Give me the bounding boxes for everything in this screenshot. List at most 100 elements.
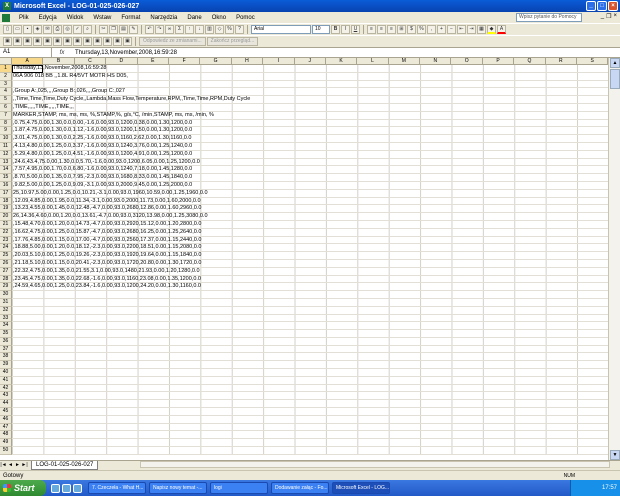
open-icon[interactable]: ▭ xyxy=(13,25,22,34)
undo-icon[interactable]: ↶ xyxy=(145,25,154,34)
bold-icon[interactable]: B xyxy=(331,25,340,34)
column-header[interactable]: N xyxy=(420,58,452,65)
review-icon-3[interactable]: ▣ xyxy=(23,37,32,46)
row-cells[interactable] xyxy=(12,423,608,432)
row-header[interactable]: 42 xyxy=(0,384,12,393)
quick-launch-icon-2[interactable] xyxy=(62,483,71,493)
column-header[interactable]: Q xyxy=(514,58,546,65)
row-header[interactable]: 25 xyxy=(0,252,12,260)
row-cells[interactable] xyxy=(12,80,608,89)
column-header[interactable]: F xyxy=(168,58,201,65)
row-header[interactable]: 8 xyxy=(0,119,12,128)
drawing-icon[interactable]: ◇ xyxy=(215,25,224,34)
row-header[interactable]: 24 xyxy=(0,244,12,253)
row-cells[interactable] xyxy=(12,376,608,385)
align-left-icon[interactable]: ≡ xyxy=(367,25,376,34)
row-header[interactable]: 9 xyxy=(0,127,12,136)
italic-icon[interactable]: I xyxy=(341,25,350,34)
row-cells[interactable]: ,21.18,5.10,0.00,1.15,0.0,20.41,-2.3,0.0… xyxy=(12,259,608,268)
review-icon-7[interactable]: ▣ xyxy=(63,37,72,46)
row-header[interactable]: 17 xyxy=(0,189,12,198)
permission-icon[interactable]: ◈ xyxy=(33,25,42,34)
increase-decimal-icon[interactable]: + xyxy=(437,25,446,34)
row-cells[interactable]: ,7.57,4.95,0.00,1.70,0.0,6.80,-1.6,0.00,… xyxy=(12,166,608,175)
column-header[interactable]: L xyxy=(357,58,389,65)
column-header[interactable]: R xyxy=(545,58,578,65)
maximize-icon[interactable]: □ xyxy=(597,1,607,11)
row-cells[interactable] xyxy=(12,345,608,354)
row-header[interactable]: 2 xyxy=(0,72,12,81)
row-cells[interactable] xyxy=(12,330,608,338)
column-header[interactable]: D xyxy=(106,58,138,65)
clock[interactable]: 17:57 xyxy=(602,485,617,491)
close-icon[interactable]: × xyxy=(608,1,618,11)
row-cells[interactable] xyxy=(12,408,608,416)
sheet-tab-active[interactable]: LOG-01-025-026-027 xyxy=(31,460,99,470)
decrease-indent-icon[interactable]: ⇤ xyxy=(457,25,466,34)
row-cells[interactable]: ,13.23,4.55,0.00,1.45,0.0,12.48,-4.7,0.0… xyxy=(12,205,608,214)
row-header[interactable]: 26 xyxy=(0,259,12,268)
minimize-icon[interactable]: _ xyxy=(586,1,596,11)
row-cells[interactable]: ,16.62,4.75,0.00,1.25,0.0,15.87,-4.7,0.0… xyxy=(12,228,608,237)
row-cells[interactable] xyxy=(12,447,608,455)
doc-close-icon[interactable]: × xyxy=(613,13,617,20)
row-header[interactable]: 19 xyxy=(0,205,12,214)
column-header[interactable]: K xyxy=(325,58,358,65)
row-header[interactable]: 6 xyxy=(0,103,12,112)
print-preview-icon[interactable]: ◎ xyxy=(63,25,72,34)
row-header[interactable]: 20 xyxy=(0,213,12,221)
autosum-icon[interactable]: Σ xyxy=(175,25,184,34)
row-header[interactable]: 29 xyxy=(0,283,12,292)
spelling-icon[interactable]: ✓ xyxy=(73,25,82,34)
row-header[interactable]: 34 xyxy=(0,322,12,331)
menu-edit[interactable]: Edycja xyxy=(34,15,62,21)
row-cells[interactable]: ,,Time,Time,Time,Duty Cycle,,Lambda,Mass… xyxy=(12,96,608,104)
chart-wizard-icon[interactable]: ▥ xyxy=(205,25,214,34)
vertical-scrollbar[interactable]: ▲ ▼ xyxy=(608,58,620,460)
row-header[interactable]: 41 xyxy=(0,376,12,385)
align-center-icon[interactable]: ≡ xyxy=(377,25,386,34)
redo-icon[interactable]: ↷ xyxy=(155,25,164,34)
row-header[interactable]: 22 xyxy=(0,228,12,237)
sort-asc-icon[interactable]: ↑ xyxy=(185,25,194,34)
sort-desc-icon[interactable]: ↓ xyxy=(195,25,204,34)
row-header[interactable]: 11 xyxy=(0,142,12,151)
row-cells[interactable]: ,23.45,4.75,0.00,1.35,0.0,22.68,-1.6,0.0… xyxy=(12,275,608,284)
row-cells[interactable]: ,22.32,4.75,0.00,1.35,0.0,21.55,3.1,0.00… xyxy=(12,267,608,276)
row-cells[interactable]: ,15.48,4.70,0.00,1.20,0.0,14.73,-4.7,0.0… xyxy=(12,220,608,229)
task-button-new-topic[interactable]: Napisz nowy temat -... xyxy=(149,482,207,494)
row-header[interactable]: 5 xyxy=(0,96,12,104)
row-header[interactable]: 45 xyxy=(0,408,12,416)
hyperlink-icon[interactable]: ∞ xyxy=(165,25,174,34)
review-icon-12[interactable]: ▣ xyxy=(113,37,122,46)
row-cells[interactable]: Thursday,13,November,2008,16:59:28 xyxy=(12,65,608,73)
menu-help[interactable]: Pomoc xyxy=(231,15,260,21)
scroll-thumb[interactable] xyxy=(610,69,620,89)
reply-with-changes-button[interactable]: Odpowiedz ze zmianami... xyxy=(139,37,206,46)
row-cells[interactable]: ,1.87,4.75,0.00,1.30,0.0,1.12,-1.6,0.00,… xyxy=(12,127,608,136)
row-header[interactable]: 15 xyxy=(0,174,12,182)
workbook-icon[interactable] xyxy=(2,13,10,22)
row-cells[interactable] xyxy=(12,431,608,440)
first-sheet-icon[interactable]: |◄ xyxy=(0,462,7,468)
quick-launch-icon-1[interactable] xyxy=(51,483,60,493)
row-header[interactable]: 16 xyxy=(0,181,12,190)
name-box[interactable]: A1 xyxy=(0,48,52,57)
help-icon[interactable]: ? xyxy=(235,25,244,34)
row-header[interactable]: 28 xyxy=(0,275,12,284)
increase-indent-icon[interactable]: ⇥ xyxy=(467,25,476,34)
row-cells[interactable]: ,TIME,,,,,TIME,,,,,TIME,,, xyxy=(12,103,608,112)
task-button-browser[interactable]: 7. Czeczeła - What H... xyxy=(88,482,146,494)
fill-color-icon[interactable]: ◆ xyxy=(487,25,496,34)
align-right-icon[interactable]: ≡ xyxy=(387,25,396,34)
quick-launch-icon-3[interactable] xyxy=(73,483,82,493)
task-button-attachments[interactable]: Dodawanie załąc - Fo... xyxy=(271,482,329,494)
merge-center-icon[interactable]: ⊞ xyxy=(397,25,406,34)
review-icon-2[interactable]: ▣ xyxy=(13,37,22,46)
row-cells[interactable]: 06A 906 018 BB ,,1.8L R4/5VT MOTR HS D05… xyxy=(12,72,608,81)
cut-icon[interactable]: ✂ xyxy=(99,25,108,34)
underline-icon[interactable]: U xyxy=(351,25,360,34)
row-header[interactable]: 39 xyxy=(0,361,12,370)
save-icon[interactable]: ▪ xyxy=(23,25,32,34)
row-cells[interactable] xyxy=(12,291,608,299)
